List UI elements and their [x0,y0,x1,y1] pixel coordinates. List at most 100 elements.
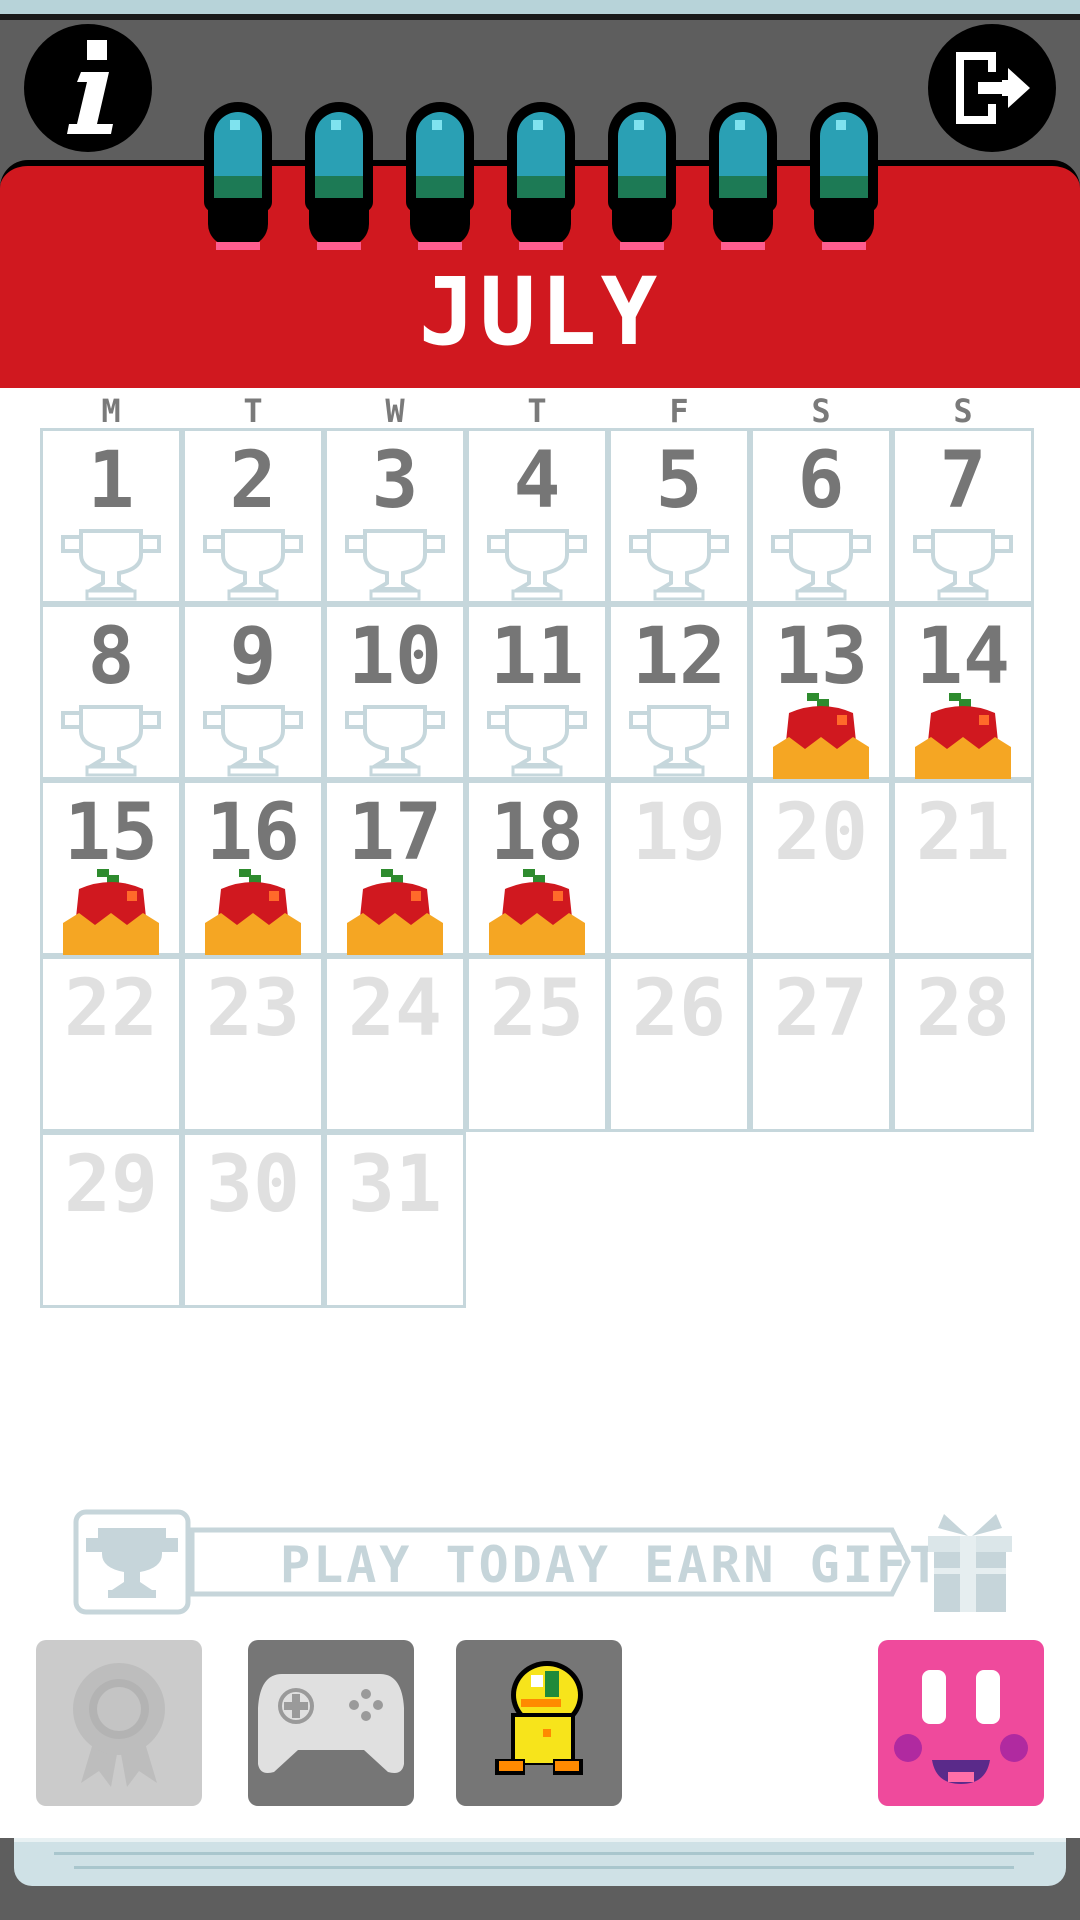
day-cell-21: 21 [892,780,1034,956]
day-number: 15 [64,788,158,878]
binder-ring [301,102,377,254]
day-cell-18[interactable]: 18 [466,780,608,956]
day-number: 3 [371,436,419,526]
binder-ring [402,102,478,254]
weekday-label: M [101,392,121,430]
binder-ring [705,102,781,254]
day-cell-24: 24 [324,956,466,1132]
day-number: 5 [655,436,703,526]
play-today-banner[interactable]: PLAY TODAY EARN GIFTS [72,1508,1022,1616]
day-number: 11 [490,612,584,702]
exit-icon [956,52,1030,124]
apple-cake-icon [489,869,585,955]
banner-text: PLAY TODAY EARN GIFTS [280,1536,976,1594]
day-cell-14[interactable]: 14 [892,604,1034,780]
bottom-binding-strip [14,1838,1066,1886]
day-number: 19 [632,788,726,878]
day-cell-9[interactable]: 9 [182,604,324,780]
apple-cake-icon [205,869,301,955]
empty-trophy-icon [61,705,161,777]
day-number: 21 [916,788,1010,878]
day-cell-19: 19 [608,780,750,956]
day-number: 20 [774,788,868,878]
day-number: 30 [206,1140,300,1230]
day-number: 27 [774,964,868,1054]
blob-button[interactable] [878,1640,1044,1806]
awards-button[interactable] [36,1640,202,1806]
character-button[interactable] [456,1640,622,1806]
strip-line [74,1866,1014,1869]
strip-line [54,1852,1034,1855]
day-cell-5[interactable]: 5 [608,428,750,604]
ribbon-badge-icon [73,1663,165,1787]
day-cell-3[interactable]: 3 [324,428,466,604]
day-cell-4[interactable]: 4 [466,428,608,604]
day-cell-29: 29 [40,1132,182,1308]
empty-trophy-icon [487,529,587,601]
day-number: 13 [774,612,868,702]
day-cell-1[interactable]: 1 [40,428,182,604]
empty-trophy-icon [203,529,303,601]
day-number: 8 [87,612,135,702]
day-number: 26 [632,964,726,1054]
day-cell-8[interactable]: 8 [40,604,182,780]
day-cell-10[interactable]: 10 [324,604,466,780]
day-number: 12 [632,612,726,702]
games-button[interactable] [248,1640,414,1806]
weekday-header: MTWTFSS [40,392,1036,430]
day-cell-12[interactable]: 12 [608,604,750,780]
day-cell-22: 22 [40,956,182,1132]
day-number: 2 [229,436,277,526]
binder-ring [503,102,579,254]
empty-trophy-icon [345,529,445,601]
day-cell-31: 31 [324,1132,466,1308]
day-number: 17 [348,788,442,878]
day-cell-11[interactable]: 11 [466,604,608,780]
binder-ring [200,102,276,254]
month-title: JULY [418,258,662,367]
day-cell-17[interactable]: 17 [324,780,466,956]
day-number: 29 [64,1140,158,1230]
day-number: 16 [206,788,300,878]
empty-trophy-icon [913,529,1013,601]
yellow-bird-icon [495,1661,583,1775]
day-number: 4 [513,436,561,526]
apple-cake-icon [773,693,869,779]
day-number: 14 [916,612,1010,702]
day-cell-15[interactable]: 15 [40,780,182,956]
weekday-label: S [953,392,973,430]
day-cell-20: 20 [750,780,892,956]
weekday-label: S [811,392,831,430]
day-number: 7 [939,436,987,526]
day-cell-13[interactable]: 13 [750,604,892,780]
empty-trophy-icon [487,705,587,777]
day-number: 28 [916,964,1010,1054]
day-cell-16[interactable]: 16 [182,780,324,956]
day-cell-6[interactable]: 6 [750,428,892,604]
gift-icon [928,1514,1012,1612]
empty-trophy-icon [629,705,729,777]
day-number: 18 [490,788,584,878]
weekday-label: T [243,392,263,430]
day-number: 9 [229,612,277,702]
binder-ring [806,102,882,254]
day-cell-7[interactable]: 7 [892,428,1034,604]
day-cell-30: 30 [182,1132,324,1308]
binder-ring [604,102,680,254]
day-number: 25 [490,964,584,1054]
calendar-grid: 1 2 3 4 5 6 7 8 9 10 11 12 13 14 15 16 17 18 19 20 21 22 23 24 2… [40,428,1036,1318]
day-number: 22 [64,964,158,1054]
info-button[interactable] [24,24,152,152]
apple-cake-icon [63,869,159,955]
pink-face-icon [894,1670,1028,1784]
trophy-icon [86,1528,178,1598]
exit-button[interactable] [928,24,1056,152]
empty-trophy-icon [771,529,871,601]
empty-trophy-icon [61,529,161,601]
day-number: 23 [206,964,300,1054]
apple-cake-icon [347,869,443,955]
day-cell-25: 25 [466,956,608,1132]
day-cell-26: 26 [608,956,750,1132]
day-cell-2[interactable]: 2 [182,428,324,604]
day-number: 10 [348,612,442,702]
